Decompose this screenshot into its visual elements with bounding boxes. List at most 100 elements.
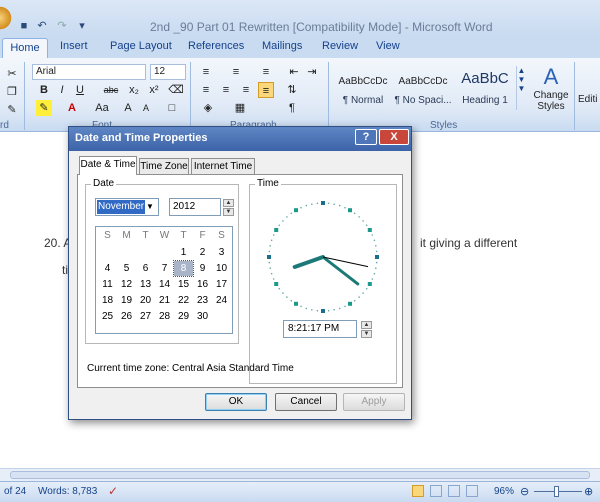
tab-insert[interactable]: Insert <box>60 40 88 52</box>
qat-customize-icon[interactable]: ▾ <box>74 19 90 33</box>
save-icon[interactable]: ■ <box>16 19 32 33</box>
undo-icon[interactable]: ↶ <box>34 19 50 33</box>
calendar-day[interactable]: 23 <box>193 293 212 308</box>
calendar-day[interactable]: 19 <box>117 293 136 308</box>
styles-scroll[interactable]: ▲ ▼ ▼ <box>516 66 526 110</box>
tab-page-layout[interactable]: Page Layout <box>110 40 172 52</box>
sort-icon[interactable]: ⇅ <box>284 82 300 98</box>
cancel-button[interactable]: Cancel <box>275 393 337 411</box>
clear-format-icon[interactable]: □ <box>164 100 180 116</box>
calendar-day[interactable]: 1 <box>174 245 193 260</box>
outline-icon[interactable] <box>466 485 478 497</box>
calendar-day[interactable]: 20 <box>136 293 155 308</box>
cut-icon[interactable]: ✂ <box>4 66 20 82</box>
calendar-day[interactable]: 24 <box>212 293 231 308</box>
calendar-day[interactable]: 12 <box>117 277 136 292</box>
highlight-icon[interactable]: ✎ <box>36 100 52 116</box>
calendar-day[interactable]: 18 <box>98 293 117 308</box>
time-field[interactable]: 8:21:17 PM <box>283 320 357 338</box>
time-up-icon[interactable]: ▲ <box>361 321 372 329</box>
change-styles-button[interactable]: A Change Styles <box>532 64 570 120</box>
time-down-icon[interactable]: ▼ <box>361 330 372 338</box>
scroll-thumb[interactable] <box>10 471 590 479</box>
calendar-day[interactable]: 9 <box>193 261 212 276</box>
calendar-day[interactable]: 26 <box>117 309 136 324</box>
change-case-icon[interactable]: Aa <box>90 100 114 116</box>
style-heading-1[interactable]: AaBbC Heading 1 <box>456 66 514 116</box>
bold-icon[interactable]: B <box>36 82 52 98</box>
shading-icon[interactable]: ◈ <box>200 100 216 116</box>
calendar-day[interactable]: 30 <box>193 309 212 324</box>
calendar-day[interactable]: 22 <box>174 293 193 308</box>
tab-review[interactable]: Review <box>322 40 358 52</box>
tab-references[interactable]: References <box>188 40 244 52</box>
calendar-day[interactable]: 4 <box>98 261 117 276</box>
tab-time-zone[interactable]: Time Zone <box>139 158 189 175</box>
underline-icon[interactable]: U <box>72 82 88 98</box>
ok-button[interactable]: OK <box>205 393 267 411</box>
calendar-day[interactable]: 29 <box>174 309 193 324</box>
style-no-spacing[interactable]: AaBbCcDc ¶ No Spaci... <box>394 66 452 116</box>
calendar-day[interactable]: 11 <box>98 277 117 292</box>
font-name-combo[interactable]: Arial <box>32 64 146 80</box>
font-color-icon[interactable]: A <box>64 100 80 116</box>
zoom-in-icon[interactable]: ⊕ <box>584 485 593 498</box>
editing-button[interactable]: Editi <box>578 94 597 105</box>
align-center-icon[interactable]: ≡ <box>218 82 234 98</box>
calendar-day[interactable]: 2 <box>193 245 212 260</box>
tab-home[interactable]: Home <box>2 38 48 58</box>
web-layout-icon[interactable] <box>448 485 460 497</box>
subscript-icon[interactable]: x₂ <box>126 82 142 98</box>
borders-icon[interactable]: ▦ <box>232 100 248 116</box>
superscript-icon[interactable]: x² <box>146 82 162 98</box>
horizontal-scrollbar[interactable] <box>0 468 600 481</box>
zoom-slider-thumb[interactable] <box>554 486 559 497</box>
calendar-day[interactable]: 17 <box>212 277 231 292</box>
clear-formatting-icon[interactable]: ⌫ <box>168 82 184 98</box>
word-count[interactable]: Words: 8,783 <box>38 486 97 497</box>
month-select[interactable]: November ▼ <box>95 198 159 216</box>
year-down-icon[interactable]: ▼ <box>223 208 234 216</box>
calendar-day[interactable]: 14 <box>155 277 174 292</box>
dialog-title-bar[interactable]: Date and Time Properties ? X <box>69 127 411 151</box>
calendar-day[interactable]: 6 <box>136 261 155 276</box>
calendar-day[interactable]: 13 <box>136 277 155 292</box>
calendar-day[interactable]: 3 <box>212 245 231 260</box>
calendar-day[interactable]: 10 <box>212 261 231 276</box>
decrease-indent-icon[interactable]: ⇤ <box>286 64 302 80</box>
grow-font-icon[interactable]: A <box>120 100 136 116</box>
calendar-day[interactable]: 28 <box>155 309 174 324</box>
copy-icon[interactable]: ❐ <box>4 84 20 100</box>
office-button[interactable] <box>0 6 14 30</box>
year-field[interactable]: 2012 <box>169 198 221 216</box>
calendar-day[interactable]: 8 <box>173 260 194 277</box>
chevron-down-icon[interactable]: ▼ <box>146 202 154 211</box>
close-button[interactable]: X <box>379 129 409 145</box>
tab-date-time[interactable]: Date & Time <box>79 156 137 175</box>
style-normal[interactable]: AaBbCcDc ¶ Normal <box>334 66 392 116</box>
calendar-day[interactable]: 21 <box>155 293 174 308</box>
align-right-icon[interactable]: ≡ <box>238 82 254 98</box>
bullets-icon[interactable]: ≡ <box>198 64 214 80</box>
page-count[interactable]: of 24 <box>4 486 26 497</box>
calendar[interactable]: S M T W T F S 1 2 3 4 5 6 7 8 9 10 11 12 13 14 15 16 17 18 19 20 21… <box>95 226 233 334</box>
zoom-level[interactable]: 96% <box>494 486 514 497</box>
numbering-icon[interactable]: ≡ <box>228 64 244 80</box>
font-size-combo[interactable]: 12 <box>150 64 186 80</box>
help-button[interactable]: ? <box>355 129 377 145</box>
calendar-day[interactable]: 16 <box>193 277 212 292</box>
show-paragraph-marks-icon[interactable]: ¶ <box>284 100 300 116</box>
proofing-icon[interactable]: ✓ <box>108 484 118 498</box>
zoom-out-icon[interactable]: ⊖ <box>520 485 529 498</box>
shrink-font-icon[interactable]: A <box>138 100 154 116</box>
tab-internet-time[interactable]: Internet Time <box>191 158 255 175</box>
calendar-day[interactable]: 5 <box>117 261 136 276</box>
calendar-day[interactable]: 7 <box>155 261 174 276</box>
align-left-icon[interactable]: ≡ <box>198 82 214 98</box>
full-screen-reading-icon[interactable] <box>430 485 442 497</box>
redo-icon[interactable]: ↷ <box>54 19 70 33</box>
year-up-icon[interactable]: ▲ <box>223 199 234 207</box>
calendar-day[interactable]: 15 <box>174 277 193 292</box>
justify-icon[interactable]: ≡ <box>258 82 274 98</box>
apply-button[interactable]: Apply <box>343 393 405 411</box>
